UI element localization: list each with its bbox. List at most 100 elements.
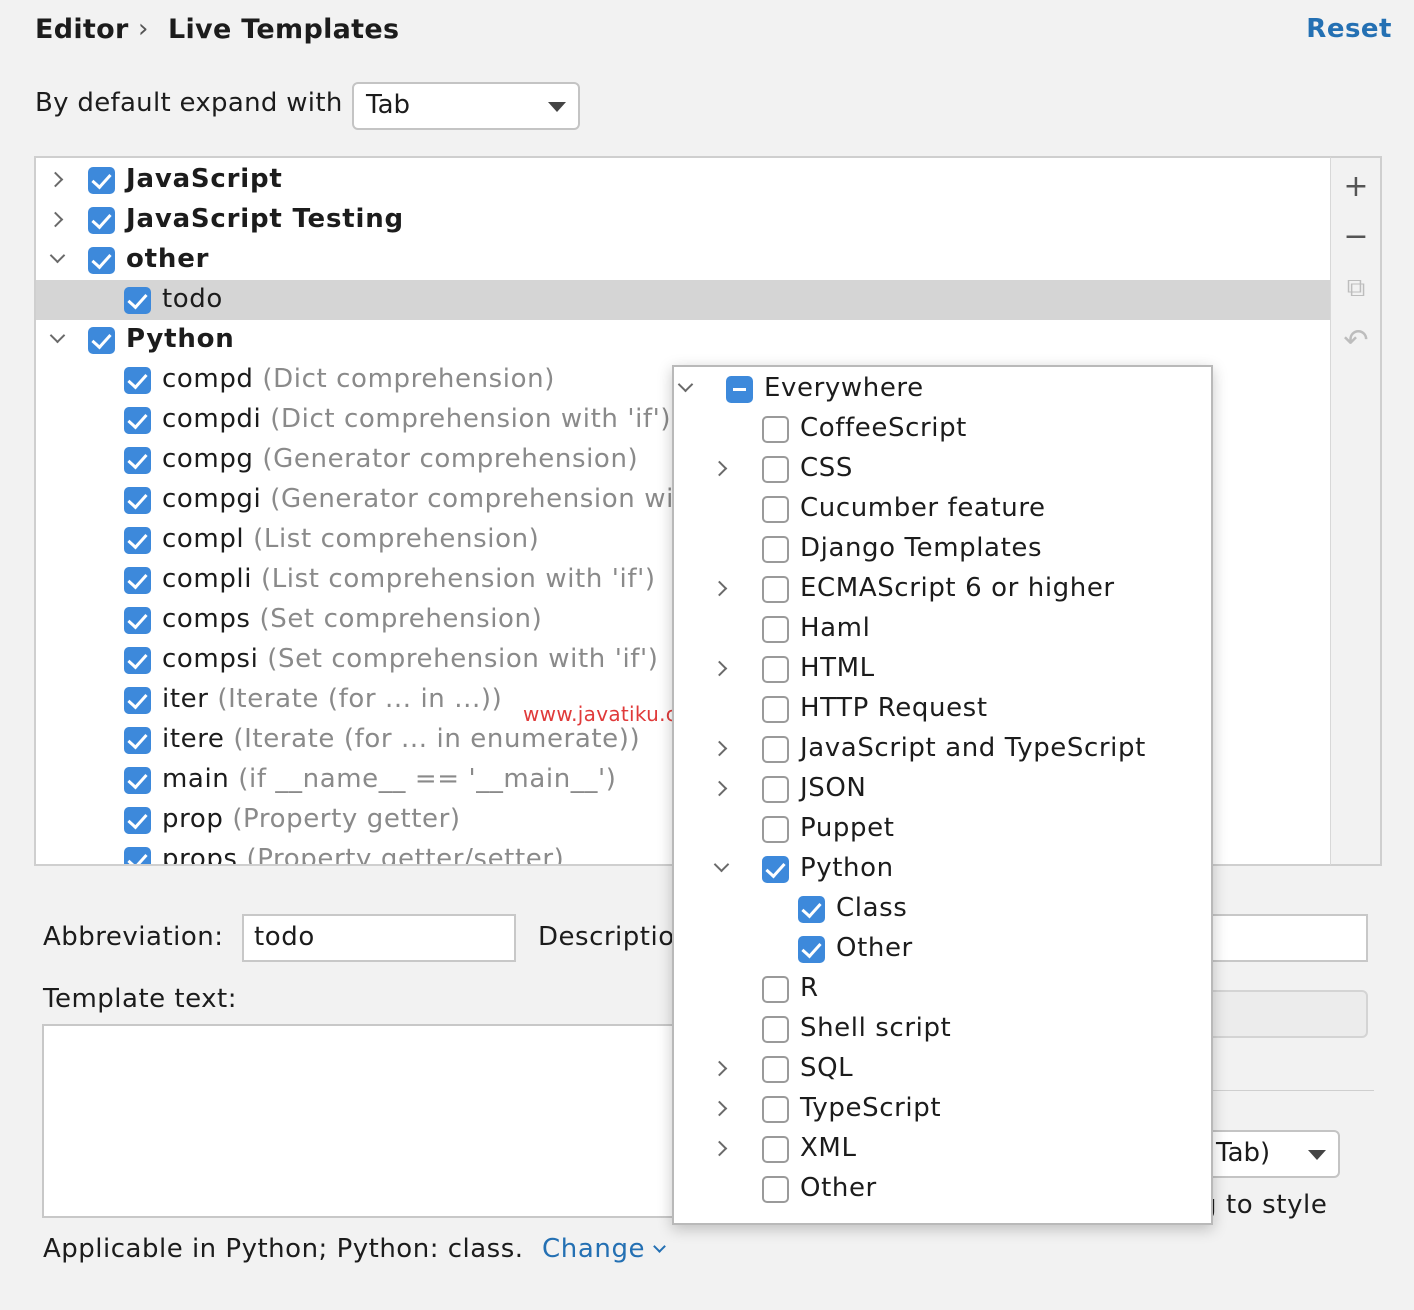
item-checkbox[interactable]: [124, 767, 151, 794]
item-checkbox[interactable]: [124, 407, 151, 434]
item-checkbox[interactable]: [124, 487, 151, 514]
tree-group-javascript-testing[interactable]: JavaScript Testing: [36, 200, 1330, 240]
context-checkbox[interactable]: [762, 616, 789, 643]
tree-item-todo[interactable]: todo: [36, 280, 1330, 320]
abbreviation-input[interactable]: todo: [242, 914, 516, 962]
chevron-right-icon[interactable]: [711, 1100, 728, 1117]
context-checkbox[interactable]: [762, 856, 789, 883]
context-label: TypeScript: [800, 1093, 942, 1123]
context-item-html[interactable]: HTML: [674, 649, 1211, 689]
context-checkbox[interactable]: [762, 776, 789, 803]
chevron-right-icon[interactable]: [711, 660, 728, 677]
context-checkbox[interactable]: [762, 1016, 789, 1043]
context-item-sql[interactable]: SQL: [674, 1049, 1211, 1089]
context-label: HTML: [800, 653, 875, 683]
context-item-r[interactable]: R: [674, 969, 1211, 1009]
context-item-ecmascript-6-or-higher[interactable]: ECMAScript 6 or higher: [674, 569, 1211, 609]
context-item-python[interactable]: Python: [674, 849, 1211, 889]
context-checkbox[interactable]: [762, 736, 789, 763]
context-item-other[interactable]: Other: [674, 929, 1211, 969]
context-checkbox[interactable]: [726, 376, 753, 403]
chevron-right-icon[interactable]: [47, 211, 64, 228]
context-checkbox[interactable]: [762, 1176, 789, 1203]
context-item-class[interactable]: Class: [674, 889, 1211, 929]
item-checkbox[interactable]: [124, 367, 151, 394]
context-checkbox[interactable]: [762, 416, 789, 443]
chevron-right-icon[interactable]: [711, 460, 728, 477]
context-popup[interactable]: Everywhere CoffeeScript CSS Cucumber featur…: [672, 365, 1213, 1225]
group-checkbox[interactable]: [88, 167, 115, 194]
context-item-json[interactable]: JSON: [674, 769, 1211, 809]
context-item-puppet[interactable]: Puppet: [674, 809, 1211, 849]
reformat-option-text: g to style: [1200, 1190, 1328, 1220]
item-checkbox[interactable]: [124, 527, 151, 554]
breadcrumb-editor[interactable]: Editor: [35, 14, 129, 45]
chevron-down-icon[interactable]: [49, 247, 66, 264]
item-checkbox[interactable]: [124, 447, 151, 474]
context-item-xml[interactable]: XML: [674, 1129, 1211, 1169]
template-text-area[interactable]: [42, 1024, 682, 1218]
edit-variables-button[interactable]: [1200, 990, 1368, 1038]
group-checkbox[interactable]: [88, 207, 115, 234]
context-checkbox[interactable]: [762, 656, 789, 683]
context-checkbox[interactable]: [762, 1136, 789, 1163]
context-item-css[interactable]: CSS: [674, 449, 1211, 489]
context-label: CSS: [800, 453, 853, 483]
chevron-right-icon[interactable]: [47, 171, 64, 188]
context-checkbox[interactable]: [762, 1056, 789, 1083]
item-checkbox[interactable]: [124, 287, 151, 314]
chevron-right-icon[interactable]: [711, 780, 728, 797]
chevron-right-icon[interactable]: [711, 1140, 728, 1157]
context-checkbox[interactable]: [762, 696, 789, 723]
context-item-other[interactable]: Other: [674, 1169, 1211, 1209]
tree-group-other[interactable]: other: [36, 240, 1330, 280]
chevron-right-icon[interactable]: [711, 580, 728, 597]
dropdown-arrow-icon: [1308, 1150, 1326, 1160]
context-checkbox[interactable]: [762, 1096, 789, 1123]
context-item-everywhere[interactable]: Everywhere: [674, 369, 1211, 409]
context-item-javascript-and-typescript[interactable]: JavaScript and TypeScript: [674, 729, 1211, 769]
chevron-down-icon[interactable]: [677, 376, 694, 393]
add-icon[interactable]: +: [1331, 166, 1381, 206]
restore-icon[interactable]: ↶: [1331, 320, 1381, 360]
copy-icon[interactable]: ⧉: [1331, 268, 1381, 308]
context-checkbox[interactable]: [762, 456, 789, 483]
tree-group-javascript[interactable]: JavaScript: [36, 160, 1330, 200]
context-checkbox[interactable]: [798, 936, 825, 963]
context-checkbox[interactable]: [762, 816, 789, 843]
chevron-down-icon[interactable]: [49, 327, 66, 344]
group-checkbox[interactable]: [88, 247, 115, 274]
chevron-right-icon[interactable]: [711, 740, 728, 757]
item-checkbox[interactable]: [124, 727, 151, 754]
context-checkbox[interactable]: [762, 576, 789, 603]
item-checkbox[interactable]: [124, 607, 151, 634]
group-checkbox[interactable]: [88, 327, 115, 354]
context-item-shell-script[interactable]: Shell script: [674, 1009, 1211, 1049]
template-expand-select[interactable]: Tab): [1200, 1130, 1340, 1178]
item-checkbox[interactable]: [124, 847, 151, 864]
context-item-http-request[interactable]: HTTP Request: [674, 689, 1211, 729]
chevron-down-icon[interactable]: [713, 856, 730, 873]
context-item-cucumber-feature[interactable]: Cucumber feature: [674, 489, 1211, 529]
context-checkbox[interactable]: [762, 976, 789, 1003]
item-checkbox[interactable]: [124, 687, 151, 714]
item-checkbox[interactable]: [124, 567, 151, 594]
description-input[interactable]: [1200, 914, 1368, 962]
context-item-coffeescript[interactable]: CoffeeScript: [674, 409, 1211, 449]
context-checkbox[interactable]: [762, 496, 789, 523]
change-contexts-link[interactable]: Change: [542, 1234, 667, 1264]
context-item-typescript[interactable]: TypeScript: [674, 1089, 1211, 1129]
context-checkbox[interactable]: [762, 536, 789, 563]
expand-with-select[interactable]: Tab: [352, 82, 580, 130]
group-label: Python: [126, 324, 235, 354]
item-checkbox[interactable]: [124, 807, 151, 834]
item-checkbox[interactable]: [124, 647, 151, 674]
tree-group-python[interactable]: Python: [36, 320, 1330, 360]
context-item-django-templates[interactable]: Django Templates: [674, 529, 1211, 569]
reset-link[interactable]: Reset: [1306, 14, 1392, 44]
context-item-haml[interactable]: Haml: [674, 609, 1211, 649]
context-checkbox[interactable]: [798, 896, 825, 923]
item-description: (Dict comprehension with 'if'): [270, 404, 672, 434]
chevron-right-icon[interactable]: [711, 1060, 728, 1077]
remove-icon[interactable]: −: [1331, 216, 1381, 256]
